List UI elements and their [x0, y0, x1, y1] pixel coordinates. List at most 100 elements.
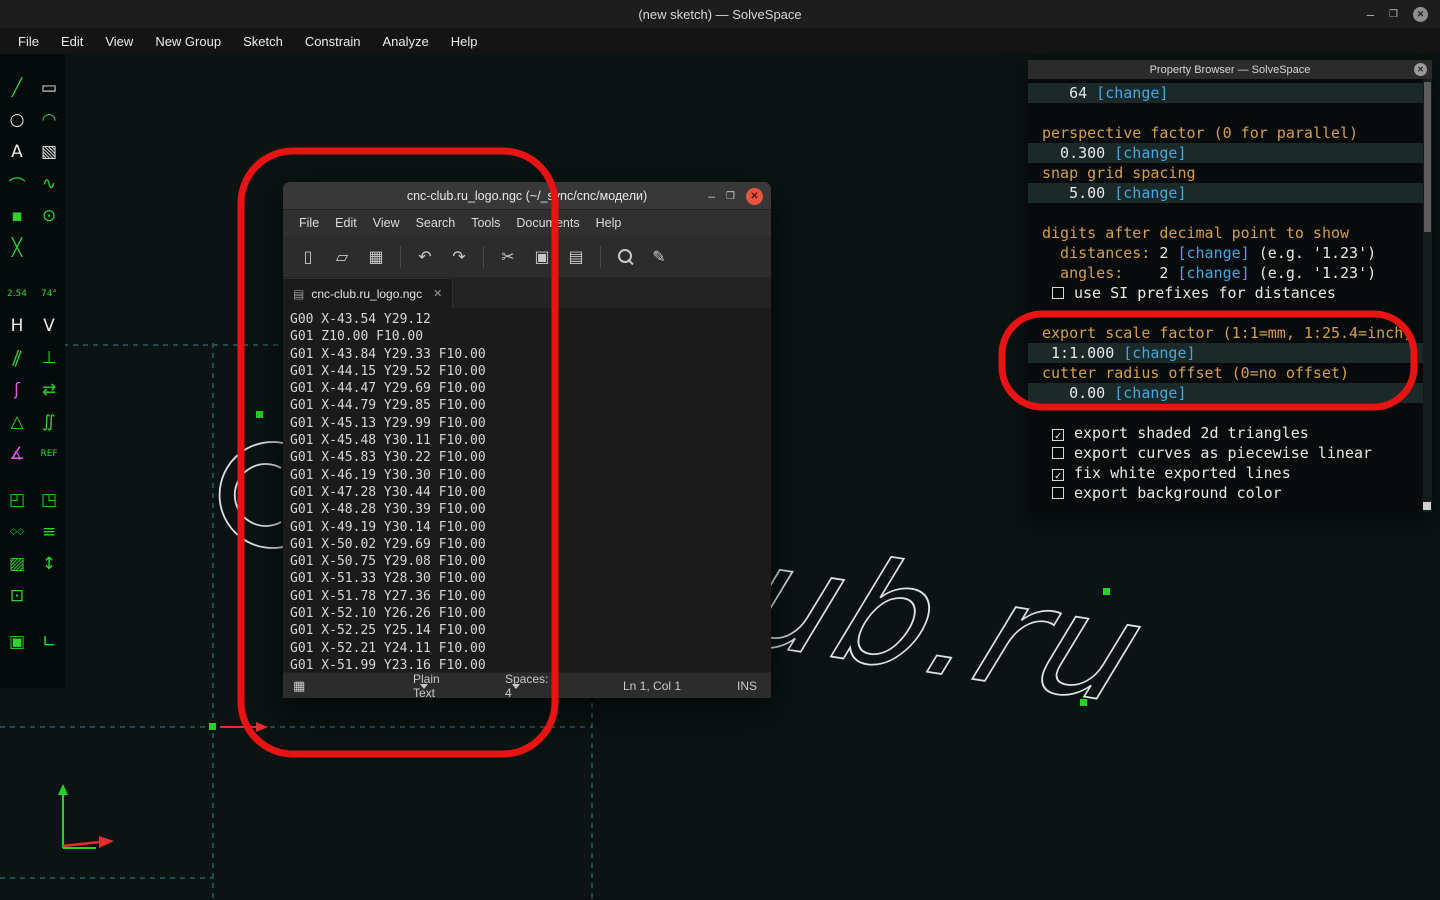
undo-icon[interactable]: ↶	[408, 243, 442, 271]
angle-bisector-constraint-icon[interactable]: ∡	[1, 438, 33, 470]
property-row-label: export scale factor (1:1=mm, 1:25.4=inch…	[1042, 324, 1413, 342]
construction-line-tool-icon[interactable]: ╳	[1, 232, 33, 264]
language-selector[interactable]: Plain Text	[413, 672, 440, 700]
image-tool-icon[interactable]: ▧	[33, 136, 65, 168]
menu-item-file[interactable]: File	[7, 34, 50, 49]
editor-tab[interactable]: ▤ cnc-club.ru_logo.ngc ✕	[283, 278, 454, 308]
copy-group-tool-icon[interactable]: ▣	[1, 626, 33, 658]
editor-minimize-icon[interactable]: –	[708, 189, 715, 203]
save-icon[interactable]: ▦	[359, 243, 393, 271]
scrollbar[interactable]	[1423, 79, 1432, 512]
editor-close-icon[interactable]: ✕	[746, 187, 763, 205]
menu-item-edit[interactable]: Edit	[50, 34, 94, 49]
minimize-icon[interactable]: –	[1367, 7, 1374, 22]
editor-window[interactable]: cnc-club.ru_logo.ngc (~/_sync/cnc/модели…	[283, 182, 771, 700]
angle-constraint-icon[interactable]: 74°	[33, 278, 65, 310]
copy-icon[interactable]: ▣	[525, 243, 559, 271]
rectangle-tool-icon[interactable]: ▭	[33, 72, 65, 104]
tangent-arc-tool-icon[interactable]: ⌒	[1, 168, 33, 200]
checkbox[interactable]	[1052, 487, 1064, 499]
editor-menu-item-help[interactable]: Help	[588, 216, 630, 230]
checkbox[interactable]: ✓	[1052, 429, 1064, 441]
property-browser-titlebar[interactable]: Property Browser — SolveSpace ✕	[1028, 60, 1432, 79]
close-icon[interactable]: ✕	[1413, 6, 1428, 22]
scrollbar-grip[interactable]	[1423, 502, 1431, 510]
vertical-constraint-icon[interactable]: V	[33, 310, 65, 342]
tab-width-selector[interactable]: Spaces: 4	[505, 672, 548, 700]
open-icon[interactable]: ▱	[325, 243, 359, 271]
point-tool-icon[interactable]: ▪	[1, 200, 33, 232]
arc-tool-icon[interactable]: ◠	[33, 104, 65, 136]
spline-tool-icon[interactable]: ∿	[33, 168, 65, 200]
step-rotate-tool-icon[interactable]: ≡	[33, 516, 65, 548]
distance-constraint-icon[interactable]: 2.54	[1, 278, 33, 310]
property-browser-title: Property Browser — SolveSpace	[1149, 63, 1311, 76]
paste-icon[interactable]: ▤	[559, 243, 593, 271]
lathe-tool-icon[interactable]: ◳	[33, 484, 65, 516]
equal-constraint-icon[interactable]: △	[1, 406, 33, 438]
redo-icon[interactable]: ↷	[442, 243, 476, 271]
editor-restore-icon[interactable]: ❒	[726, 191, 735, 202]
menu-item-sketch[interactable]: Sketch	[232, 34, 294, 49]
horizontal-constraint-icon[interactable]: H	[1, 310, 33, 342]
restore-icon[interactable]: ❒	[1389, 9, 1398, 20]
sketch-point[interactable]	[209, 723, 216, 730]
editor-menu-item-search[interactable]: Search	[408, 216, 464, 230]
property-browser[interactable]: Property Browser — SolveSpace ✕ 64 [chan…	[1028, 60, 1432, 512]
toolbar-separator	[483, 245, 484, 268]
editor-menu-item-edit[interactable]: Edit	[327, 216, 365, 230]
editor-menu-item-tools[interactable]: Tools	[463, 216, 508, 230]
text-tool-icon[interactable]: A	[1, 136, 33, 168]
scrollbar-thumb[interactable]	[1424, 82, 1431, 232]
datum-axis-tool-icon[interactable]: ↕	[33, 548, 65, 580]
property-browser-close-icon[interactable]: ✕	[1414, 63, 1427, 76]
cut-icon[interactable]: ✂	[491, 243, 525, 271]
statusbar-grid-icon[interactable]: ▦	[293, 673, 305, 699]
new-document-icon[interactable]: ▯	[291, 243, 325, 271]
extrude-tool-icon[interactable]: ◰	[1, 484, 33, 516]
line-tool-icon[interactable]: ╱	[1, 72, 33, 104]
change-link[interactable]: [change]	[1177, 244, 1249, 262]
checkbox[interactable]	[1052, 447, 1064, 459]
change-link[interactable]: [change]	[1114, 344, 1195, 362]
curvature-constraint-icon[interactable]: ∬	[33, 406, 65, 438]
reference-dimension-icon[interactable]: REF	[33, 438, 65, 470]
property-row-gap	[1028, 303, 1432, 323]
perpendicular-constraint-icon[interactable]: ⊥	[33, 342, 65, 374]
step-translate-tool-icon[interactable]: ◇◇	[1, 516, 33, 548]
menu-item-constrain[interactable]: Constrain	[294, 34, 372, 49]
find-icon[interactable]	[608, 243, 642, 271]
symmetric-constraint-icon[interactable]: ⇄	[33, 374, 65, 406]
menu-item-new-group[interactable]: New Group	[144, 34, 232, 49]
sketch-point[interactable]	[256, 411, 263, 418]
change-link[interactable]: [change]	[1105, 184, 1186, 202]
change-link[interactable]: [change]	[1105, 384, 1186, 402]
change-link[interactable]: [change]	[1177, 264, 1249, 282]
property-row-value: 1:1.000 [change]	[1028, 343, 1432, 363]
parallel-constraint-icon[interactable]: ∥	[0, 337, 38, 378]
section-tool-icon[interactable]: ▨	[1, 548, 33, 580]
on-curve-constraint-icon[interactable]: ʃ	[1, 374, 33, 406]
menu-item-analyze[interactable]: Analyze	[371, 34, 439, 49]
checkbox[interactable]: ✓	[1052, 469, 1064, 481]
construction-circle-tool-icon[interactable]: ⊙	[33, 200, 65, 232]
menu-item-view[interactable]: View	[94, 34, 144, 49]
editor-text-area[interactable]: G00 X-43.54 Y29.12 G01 Z10.00 F10.00 G01…	[283, 308, 771, 672]
gcode-text[interactable]: G00 X-43.54 Y29.12 G01 Z10.00 F10.00 G01…	[283, 308, 771, 672]
main-titlebar[interactable]: (new sketch) — SolveSpace – ❒ ✕	[0, 0, 1440, 28]
sketch-point[interactable]	[1080, 699, 1087, 706]
menu-item-help[interactable]: Help	[440, 34, 489, 49]
circle-tool-icon[interactable]: ○	[1, 104, 33, 136]
corner-tool-icon[interactable]: ∟	[33, 626, 65, 658]
checkbox[interactable]	[1052, 287, 1064, 299]
editor-menu-item-view[interactable]: View	[365, 216, 408, 230]
replace-icon[interactable]: ✎	[642, 243, 676, 271]
editor-menu-item-documents[interactable]: Documents	[508, 216, 587, 230]
editor-menu-item-file[interactable]: File	[291, 216, 327, 230]
sketch-point[interactable]	[1103, 588, 1110, 595]
change-link[interactable]: [change]	[1087, 84, 1168, 102]
image-frame-tool-icon[interactable]: ⊡	[1, 580, 33, 612]
change-link[interactable]: [change]	[1105, 144, 1186, 162]
tab-close-icon[interactable]: ✕	[433, 287, 442, 300]
editor-titlebar[interactable]: cnc-club.ru_logo.ngc (~/_sync/cnc/модели…	[283, 182, 771, 210]
